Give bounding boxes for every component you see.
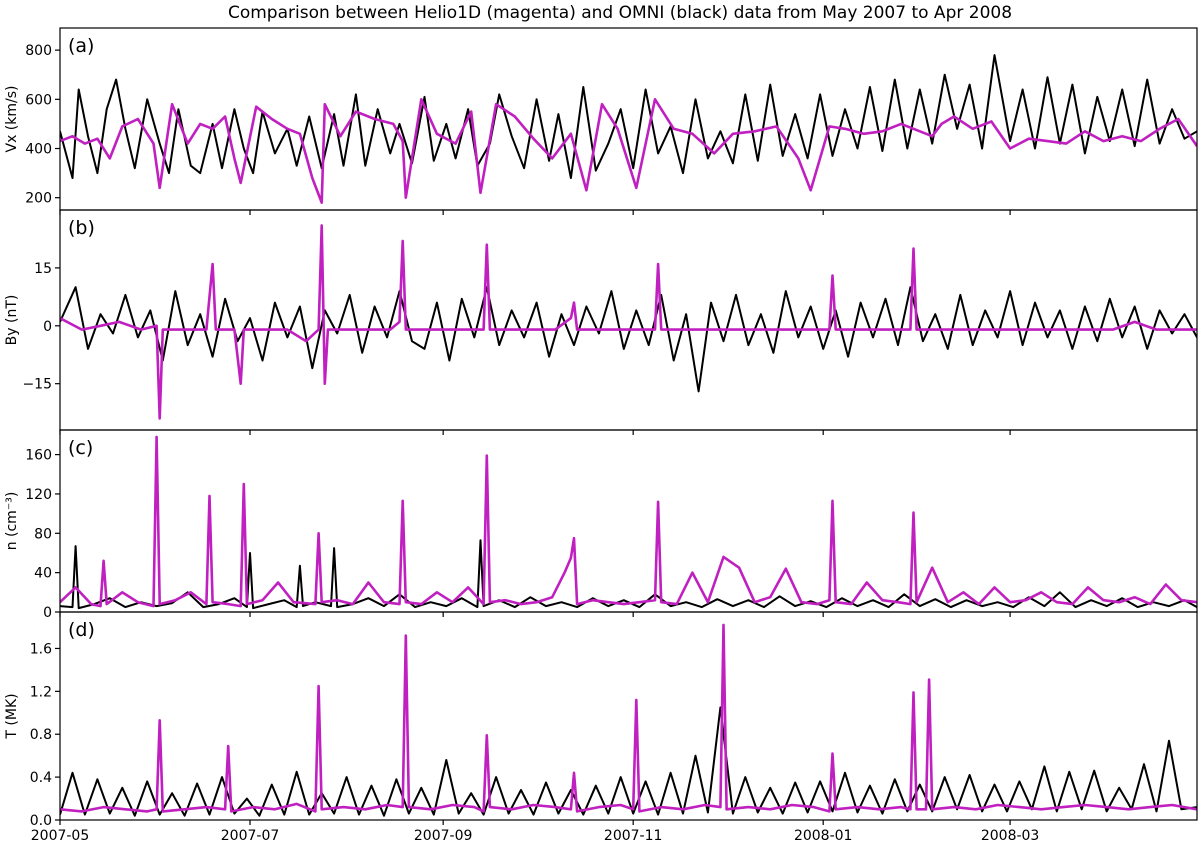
chart: Comparison between Helio1D (magenta) and… — [4, 3, 1198, 844]
x-tick-label: 2008-01 — [794, 828, 853, 844]
y-tick-label: 400 — [25, 142, 52, 158]
x-axis: 2007-05 2007-07 2007-09 2007-11 2008-01 2008-… — [31, 828, 1040, 844]
panel-3: 0 40 80 120 160 n (cm⁻³) (c) — [4, 429, 1198, 621]
y-tick-label: 0.8 — [30, 727, 52, 743]
helio1d-series-line — [60, 435, 1197, 608]
y-axis-label: T (MK) — [4, 693, 20, 739]
x-tick-label: 2007-09 — [414, 828, 473, 844]
panel-frame — [59, 429, 1198, 613]
y-tick-label: 600 — [25, 92, 52, 108]
panel-frame — [59, 27, 1198, 211]
y-tick-label: 0 — [43, 319, 52, 335]
panel-label: (b) — [68, 217, 95, 239]
y-tick-label: 1.2 — [30, 684, 52, 700]
y-tick-label: −15 — [22, 377, 52, 393]
helio1d-series-line — [60, 623, 1197, 813]
y-tick-label: 80 — [34, 526, 52, 542]
helio1d-series-line — [60, 224, 1197, 420]
y-tick-label: 200 — [25, 191, 52, 207]
x-tick-label: 2007-11 — [604, 828, 663, 844]
y-tick-label: 0 — [43, 605, 52, 621]
y-axis-label: n (cm⁻³) — [4, 492, 20, 551]
y-tick-label: 15 — [34, 261, 52, 277]
y-tick-label: 40 — [34, 566, 52, 582]
panels: 200400600800Vx (km/s)(a)−15015By (nT)(b)… — [4, 27, 1198, 829]
y-tick-label: 120 — [25, 487, 52, 503]
y-tick-label: 800 — [25, 43, 52, 59]
panel-label: (c) — [68, 437, 93, 459]
y-tick-label: 0.0 — [30, 813, 52, 829]
chart-title: Comparison between Helio1D (magenta) and… — [228, 3, 1012, 23]
y-axis-label: Vx (km/s) — [4, 86, 20, 153]
x-tick-label: 2008-03 — [981, 828, 1040, 844]
panel-label: (d) — [68, 619, 95, 641]
y-tick-label: 1.6 — [30, 641, 52, 657]
helio1d-series-line — [60, 98, 1197, 204]
panel-1: 200 400 600 800 Vx (km/s) (a) — [4, 27, 1198, 215]
y-axis-label: By (nT) — [4, 295, 20, 346]
omni-series-line — [60, 286, 1197, 393]
x-tick-label: 2007-07 — [221, 828, 280, 844]
panel-2: −15 0 15 By (nT) (b) — [4, 209, 1198, 435]
y-tick-label: 0.4 — [30, 770, 52, 786]
y-tick-label: 160 — [25, 448, 52, 464]
x-tick-label: 2007-05 — [31, 828, 90, 844]
omni-series-line — [60, 539, 1197, 610]
panel-4: 0.0 0.4 0.8 1.2 1.6 T (MK) (d) — [4, 611, 1198, 829]
panel-label: (a) — [68, 35, 94, 57]
